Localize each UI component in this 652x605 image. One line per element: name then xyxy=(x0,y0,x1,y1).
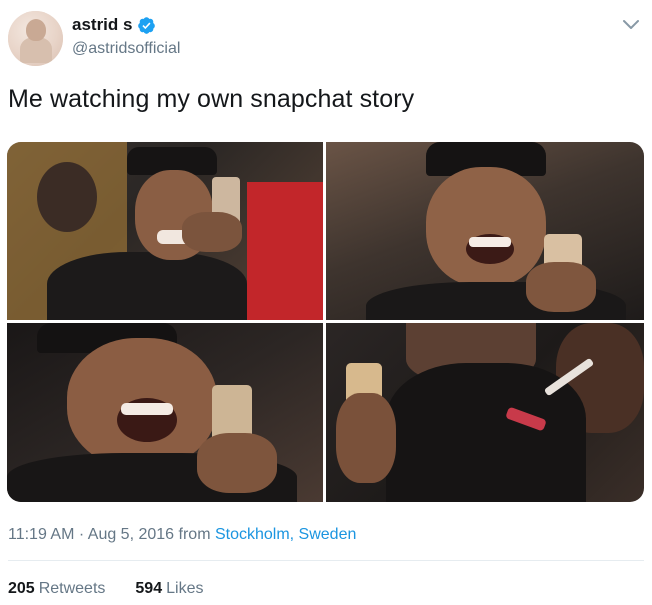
user-name-row[interactable]: astrid s xyxy=(72,15,156,35)
meta-separator: · xyxy=(78,526,85,543)
display-name[interactable]: astrid s xyxy=(72,15,132,35)
photo-4[interactable] xyxy=(326,323,644,502)
likes-count: 594 xyxy=(135,580,163,597)
tweet-stats: 205 Retweets 594 Likes xyxy=(8,580,203,598)
likes-label: Likes xyxy=(166,580,204,597)
verified-badge-icon xyxy=(138,16,156,34)
photo-2[interactable] xyxy=(326,142,644,320)
retweets-stat[interactable]: 205 Retweets xyxy=(8,580,105,598)
tweet-card: astrid s @astridsofficial Me watching my… xyxy=(0,0,652,605)
tweet-time[interactable]: 11:19 AM xyxy=(8,526,74,543)
user-handle[interactable]: @astridsofficial xyxy=(72,40,180,58)
tweet-text: Me watching my own snapchat story xyxy=(8,85,415,113)
divider xyxy=(8,560,644,561)
location-link[interactable]: Stockholm, Sweden xyxy=(215,526,356,543)
photo-1[interactable] xyxy=(7,142,323,320)
tweet-date[interactable]: Aug 5, 2016 xyxy=(88,526,174,543)
avatar[interactable] xyxy=(8,11,63,66)
retweets-label: Retweets xyxy=(38,580,106,597)
likes-stat[interactable]: 594 Likes xyxy=(135,580,203,598)
media-grid xyxy=(7,142,644,502)
photo-3[interactable] xyxy=(7,323,323,502)
from-label: from xyxy=(178,526,211,543)
tweet-meta: 11:19 AM · Aug 5, 2016 from Stockholm, S… xyxy=(8,526,356,544)
chevron-down-icon[interactable] xyxy=(622,19,640,31)
retweets-count: 205 xyxy=(8,580,35,597)
